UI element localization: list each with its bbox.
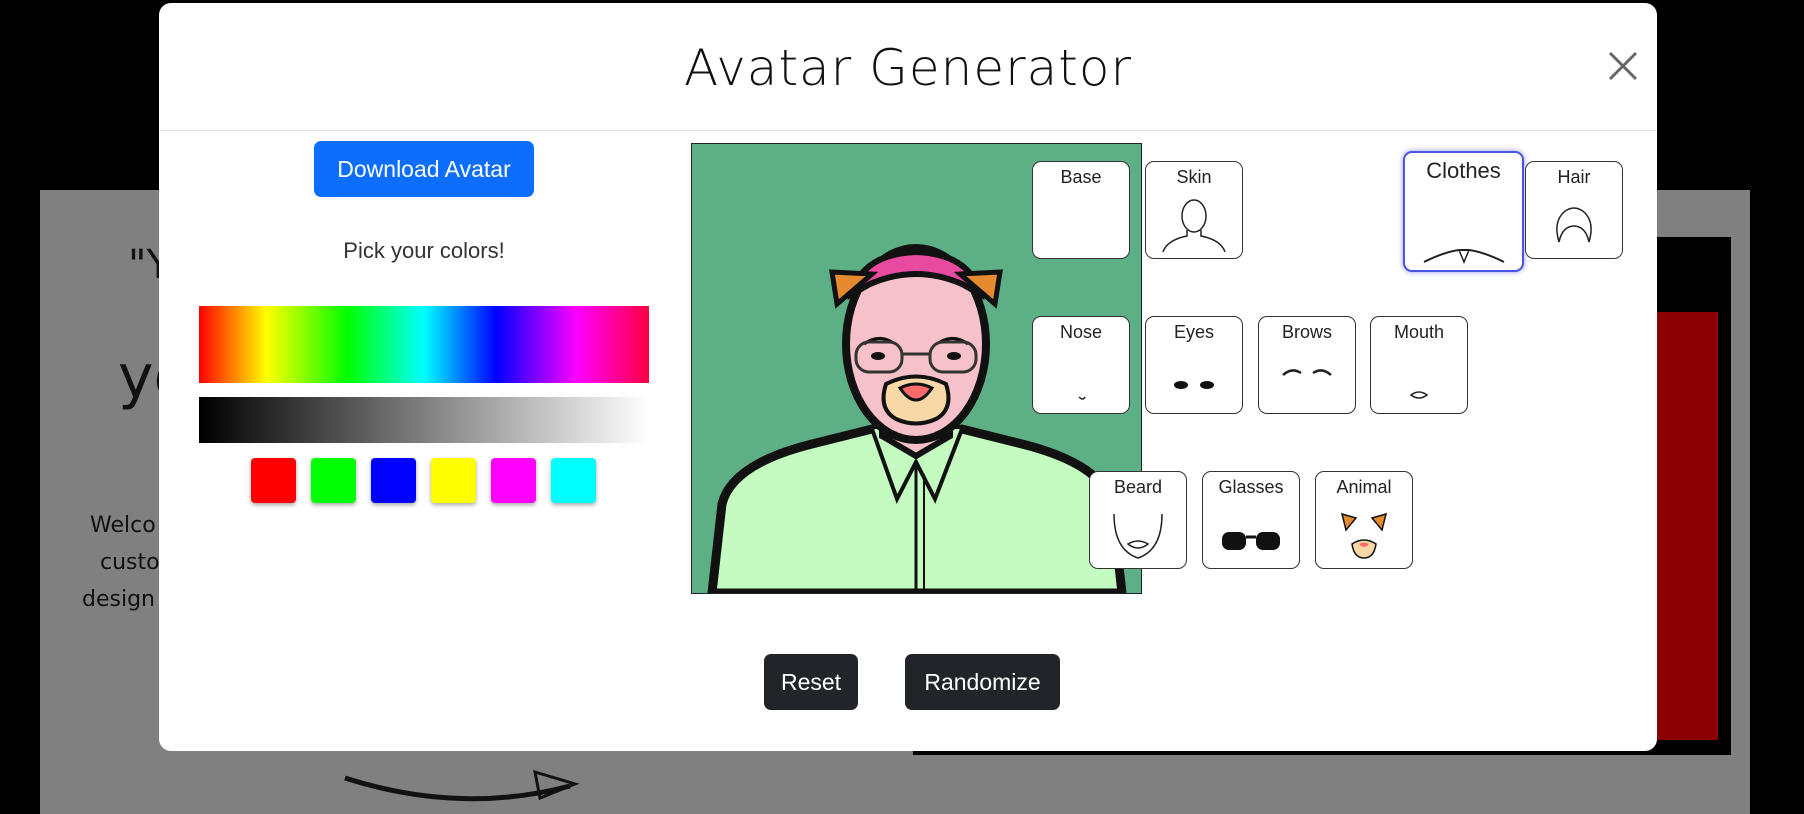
nose-icon: [1078, 396, 1086, 400]
part-tile-skin[interactable]: Skin: [1145, 161, 1243, 259]
part-tile-clothes[interactable]: Clothes: [1403, 151, 1524, 272]
swatch-red[interactable]: [251, 458, 296, 503]
part-label-animal: Animal: [1336, 477, 1392, 497]
part-tile-animal[interactable]: Animal: [1315, 471, 1413, 569]
swatch-magenta[interactable]: [491, 458, 536, 503]
modal-header: Avatar Generator: [159, 3, 1657, 131]
eyes-icon: [1174, 381, 1214, 389]
part-label-clothes: Clothes: [1426, 158, 1501, 183]
randomize-button[interactable]: Randomize: [905, 654, 1060, 710]
close-icon[interactable]: [1606, 49, 1640, 83]
part-label-brows: Brows: [1281, 322, 1332, 342]
reset-button[interactable]: Reset: [764, 654, 858, 710]
part-tile-beard[interactable]: Beard: [1089, 471, 1187, 569]
grayscale-color-picker[interactable]: [199, 397, 649, 443]
clothes-icon: [1423, 249, 1504, 264]
part-tile-hair[interactable]: Hair: [1525, 161, 1623, 259]
part-label-glasses: Glasses: [1218, 477, 1284, 497]
avatar-generator-modal: Avatar Generator Download Avatar Pick yo…: [159, 3, 1657, 751]
part-label-beard: Beard: [1113, 477, 1163, 497]
beard-icon: [1113, 513, 1163, 559]
hair-icon: [1556, 207, 1592, 243]
background-line-1: Welco: [90, 513, 156, 538]
part-label-hair: Hair: [1557, 167, 1591, 187]
part-label-skin: Skin: [1176, 167, 1212, 187]
part-label-eyes: Eyes: [1173, 322, 1215, 342]
pick-colors-label: Pick your colors!: [343, 238, 505, 263]
mouth-icon: [1409, 391, 1429, 399]
part-tile-brows[interactable]: Brows: [1258, 316, 1356, 414]
part-tile-eyes[interactable]: Eyes: [1145, 316, 1243, 414]
skin-outline-icon: [1162, 199, 1226, 252]
part-tile-mouth[interactable]: Mouth: [1370, 316, 1468, 414]
swatch-yellow[interactable]: [431, 458, 476, 503]
animal-icon: [1340, 512, 1388, 559]
swatch-cyan[interactable]: [551, 458, 596, 503]
arrow-icon: [344, 769, 580, 802]
part-label-base: Base: [1060, 167, 1102, 187]
background-line-3: design: [82, 587, 155, 612]
color-swatches: [251, 458, 596, 503]
brows-icon: [1282, 369, 1332, 376]
download-avatar-button[interactable]: Download Avatar: [314, 141, 534, 197]
part-tile-nose[interactable]: Nose: [1032, 316, 1130, 414]
part-tile-glasses[interactable]: Glasses: [1202, 471, 1300, 569]
swatch-blue[interactable]: [371, 458, 416, 503]
background-line-2: custo: [100, 550, 160, 575]
glasses-icon: [1222, 532, 1280, 550]
modal-title: Avatar Generator: [683, 39, 1133, 97]
part-label-nose: Nose: [1059, 322, 1103, 342]
swatch-green[interactable]: [311, 458, 356, 503]
part-tile-base[interactable]: Base: [1032, 161, 1130, 259]
part-label-mouth: Mouth: [1393, 322, 1445, 342]
hue-color-picker[interactable]: [199, 306, 649, 383]
